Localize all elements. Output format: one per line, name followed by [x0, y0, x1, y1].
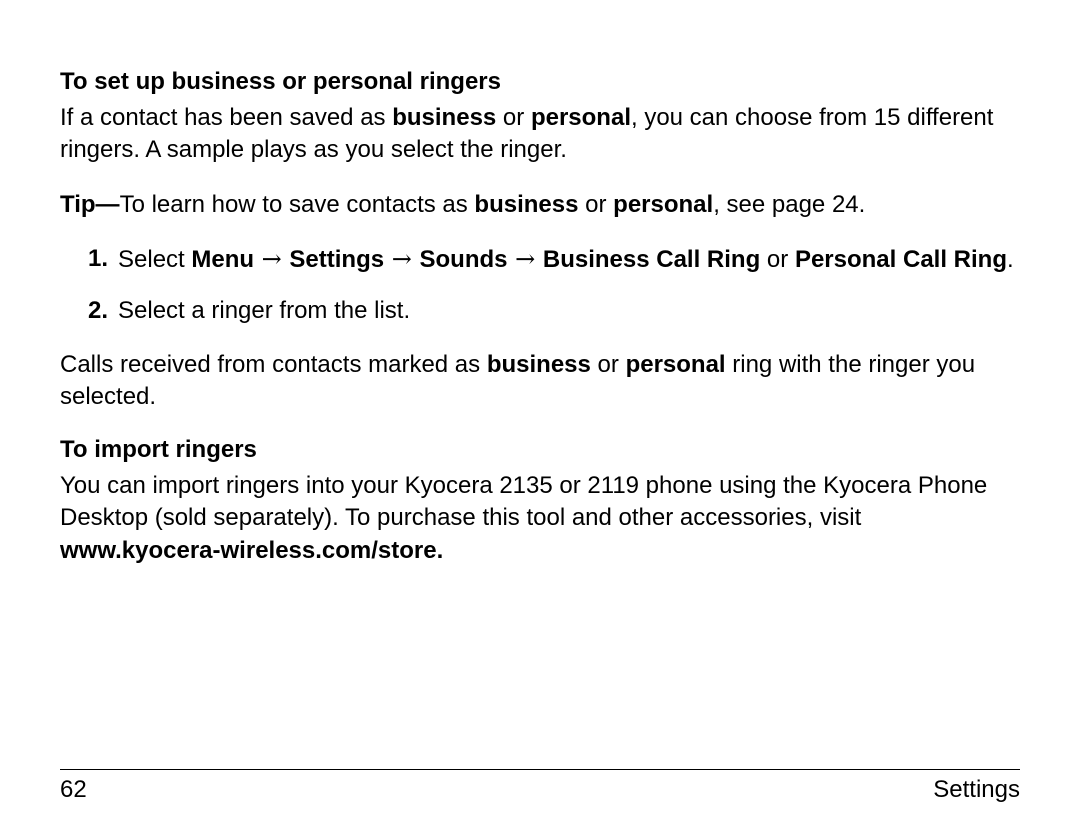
bold-personal: personal [626, 351, 726, 378]
page-footer: 62 Settings [60, 769, 1020, 804]
step-body: Select a ringer from the list. [118, 295, 1020, 327]
store-url: www.kyocera-wireless.com/store. [60, 537, 443, 564]
page-content: To set up business or personal ringers I… [60, 68, 1020, 769]
text: To learn how to save contacts as [120, 191, 475, 218]
bold-business: business [392, 104, 496, 131]
import-paragraph: You can import ringers into your Kyocera… [60, 470, 1020, 567]
menu-path-personal-call-ring: Personal Call Ring [795, 246, 1007, 273]
text: or [578, 191, 613, 218]
page-number: 62 [60, 776, 87, 804]
bold-personal: personal [531, 104, 631, 131]
tip-paragraph: Tip—To learn how to save contacts as bus… [60, 189, 1020, 221]
step-number: 1. [88, 243, 118, 276]
menu-path-settings: Settings [289, 246, 384, 273]
text: Select [118, 246, 191, 273]
bold-business: business [487, 351, 591, 378]
bold-business: business [474, 191, 578, 218]
manual-page: To set up business or personal ringers I… [0, 0, 1080, 834]
text: Calls received from contacts marked as [60, 351, 487, 378]
text: , see page 24. [713, 191, 865, 218]
step-number: 2. [88, 295, 118, 327]
text: or [760, 246, 795, 273]
menu-path-menu: Menu [191, 246, 254, 273]
arrow-icon: → [384, 245, 419, 273]
menu-path-sounds: Sounds [419, 246, 507, 273]
outro-paragraph: Calls received from contacts marked as b… [60, 349, 1020, 414]
footer-section-label: Settings [933, 776, 1020, 804]
steps-list: 1. Select Menu → Settings → Sounds → Bus… [60, 243, 1020, 327]
step-body: Select Menu → Settings → Sounds → Busine… [118, 243, 1020, 276]
text: You can import ringers into your Kyocera… [60, 472, 987, 531]
intro-paragraph: If a contact has been saved as business … [60, 102, 1020, 167]
text: or [591, 351, 626, 378]
text: If a contact has been saved as [60, 104, 392, 131]
text: or [496, 104, 531, 131]
bold-personal: personal [613, 191, 713, 218]
list-item: 2. Select a ringer from the list. [60, 295, 1020, 327]
tip-label: Tip— [60, 191, 120, 218]
arrow-icon: → [507, 245, 542, 273]
arrow-icon: → [254, 245, 289, 273]
section-heading-import: To import ringers [60, 436, 1020, 464]
section-heading-ringers: To set up business or personal ringers [60, 68, 1020, 96]
menu-path-business-call-ring: Business Call Ring [543, 246, 760, 273]
list-item: 1. Select Menu → Settings → Sounds → Bus… [60, 243, 1020, 276]
text: . [1007, 246, 1014, 273]
